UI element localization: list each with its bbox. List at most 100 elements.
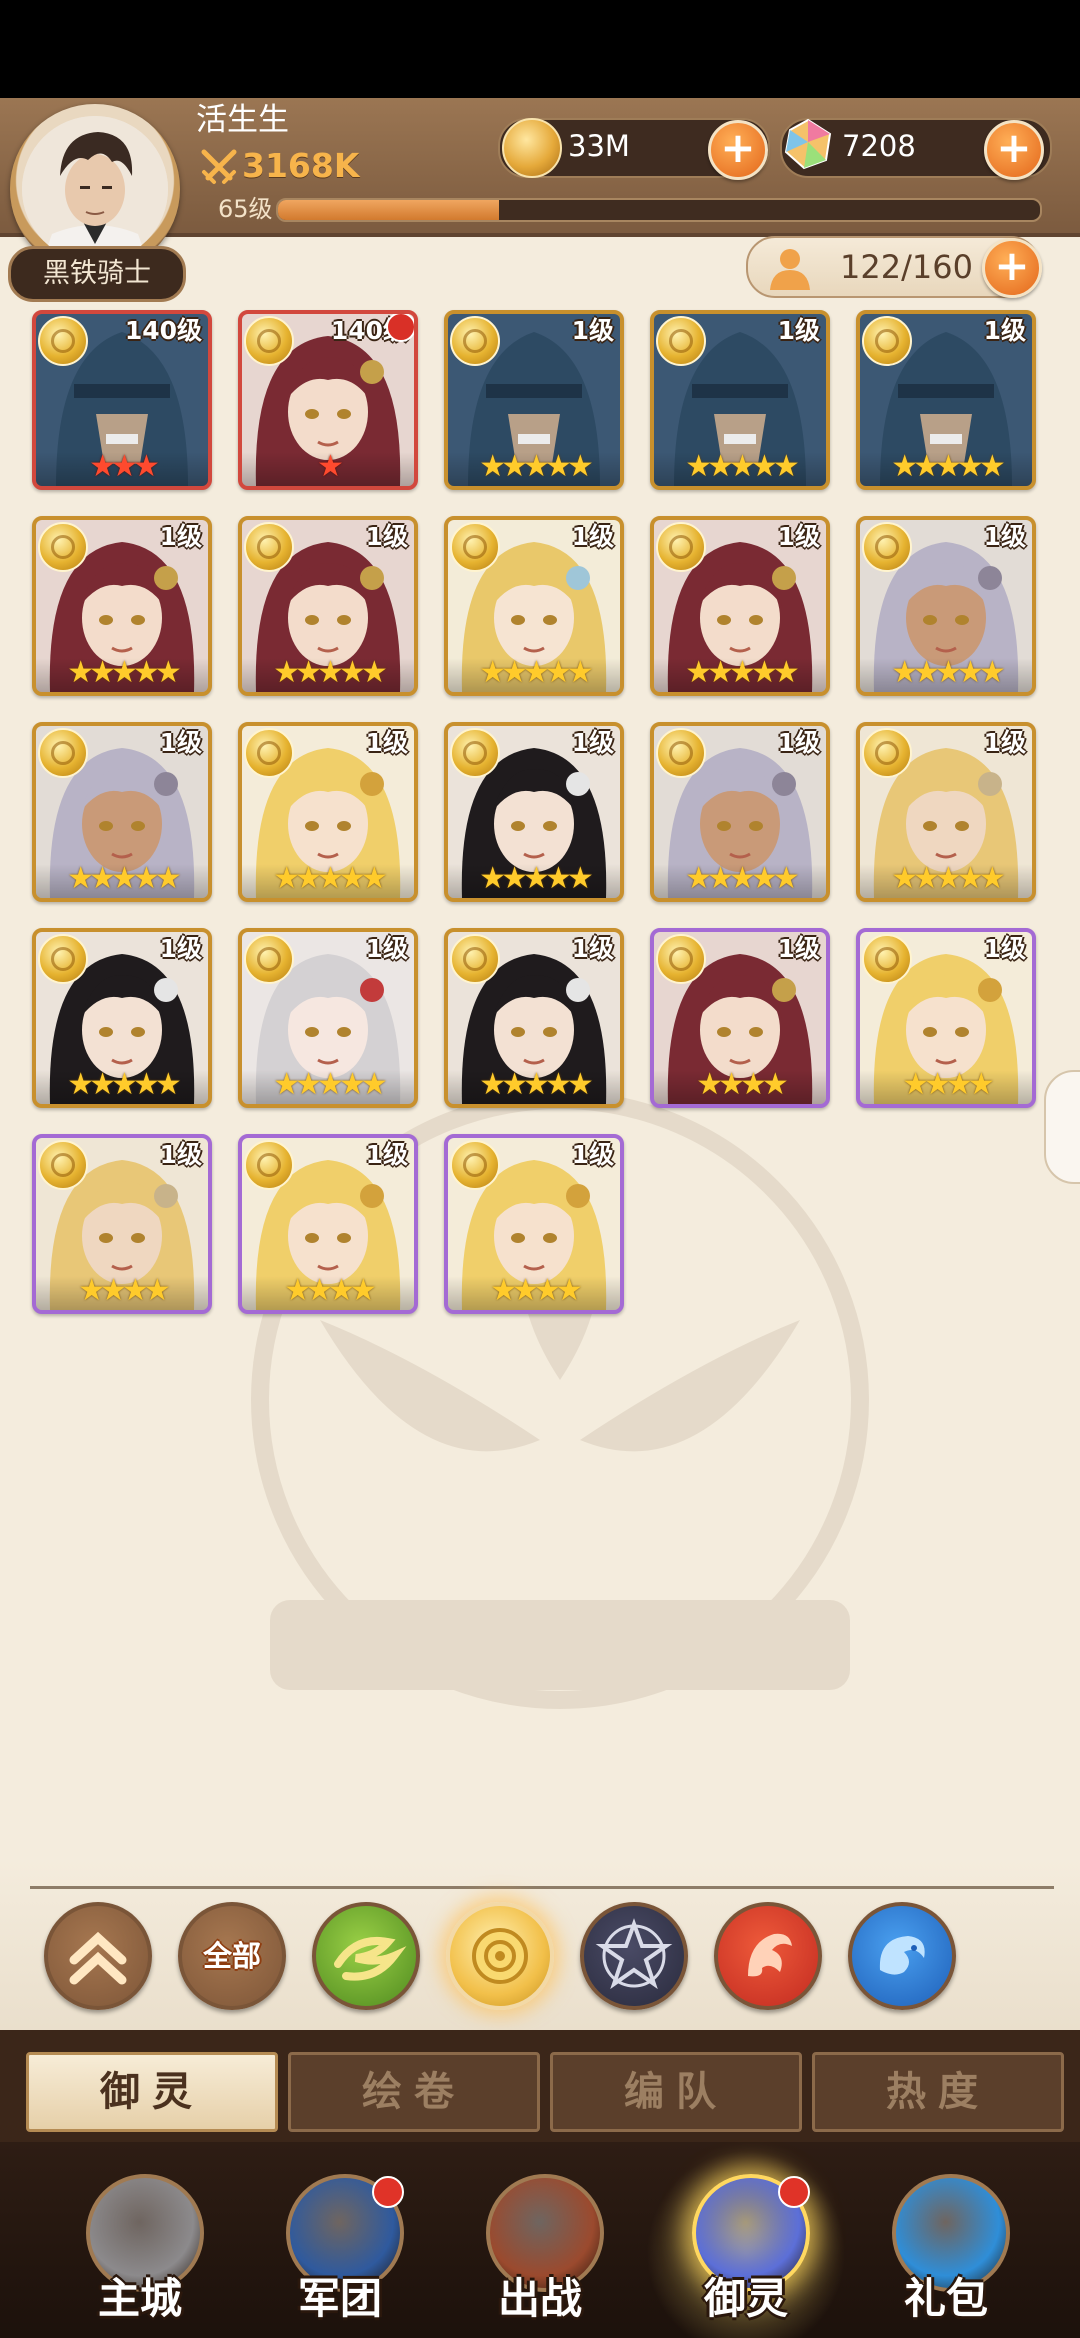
nav-item-4[interactable]: 御灵: [646, 2152, 846, 2338]
hero-card[interactable]: 1级 ★★★★★: [32, 928, 212, 1108]
star-icon: ★: [750, 449, 778, 484]
star-icon: ★: [317, 449, 344, 484]
hero-card[interactable]: 1级 ★★★★★: [650, 516, 830, 696]
hero-card[interactable]: 1级 ★★★★★: [856, 310, 1036, 490]
star-icon: ★: [89, 861, 116, 896]
hero-card[interactable]: 1级 ★★★★★: [32, 516, 212, 696]
nav-item-2[interactable]: 军团: [240, 2152, 440, 2338]
expand-capacity-button[interactable]: +: [982, 238, 1042, 298]
star-icon: ★: [750, 655, 778, 690]
side-scroll-handle[interactable]: [1044, 1070, 1080, 1184]
rose-faction-icon: [450, 728, 500, 778]
filter-chevron-up-button[interactable]: [44, 1902, 152, 2010]
tab-2[interactable]: 绘卷: [288, 2052, 540, 2132]
star-icon: ★: [946, 1067, 973, 1102]
gem-crystal-icon: [784, 118, 832, 170]
filter-dark-star-button[interactable]: [580, 1902, 688, 2010]
nav-label: 御灵: [703, 2274, 788, 2323]
rose-faction-icon: [450, 316, 500, 366]
rose-faction-icon: [38, 316, 88, 366]
star-icon: ★: [891, 655, 918, 690]
star-icon: ★: [523, 655, 550, 690]
hero-card[interactable]: 1级 ★★★★: [444, 1134, 624, 1314]
star-icon: ★: [566, 449, 594, 484]
rose-faction-icon: [656, 728, 706, 778]
star-icon: ★: [685, 655, 712, 690]
nav-item-5[interactable]: 礼包: [846, 2152, 1046, 2338]
hero-card[interactable]: 1级 ★★★★★: [444, 928, 624, 1108]
star-icon: ★: [566, 655, 594, 690]
filter-all-button[interactable]: 全部: [178, 1902, 286, 2010]
chevron-up-icon: [69, 1931, 127, 1985]
nav-label: 军团: [297, 2274, 382, 2323]
filter-water-dragon-button[interactable]: [848, 1902, 956, 2010]
nav-item-1[interactable]: 主城: [40, 2152, 240, 2338]
star-icon: ★: [978, 861, 1006, 896]
star-icon: ★: [750, 861, 778, 896]
star-icon: ★: [338, 655, 366, 690]
hero-card[interactable]: 1级 ★★★★★: [444, 722, 624, 902]
star-icon: ★: [978, 449, 1006, 484]
star-icon: ★: [913, 655, 940, 690]
star-icon: ★: [317, 655, 344, 690]
hero-stars: ★★★★★: [860, 864, 1032, 894]
star-icon: ★: [111, 449, 138, 484]
experience-bar: [276, 198, 1042, 222]
combat-power: 3168K: [242, 146, 360, 185]
hero-level: 1级: [571, 934, 614, 963]
hero-card[interactable]: 1级 ★★★★★: [856, 516, 1036, 696]
avatar[interactable]: [22, 116, 168, 262]
add-gold-button[interactable]: +: [708, 120, 768, 180]
hero-stars: ★★★: [36, 452, 208, 482]
hero-card[interactable]: 1级 ★★★★★: [650, 310, 830, 490]
star-icon: ★: [132, 449, 160, 484]
hero-card[interactable]: 1级 ★★★★★: [856, 722, 1036, 902]
star-icon: ★: [273, 1067, 300, 1102]
tab-4[interactable]: 热度: [812, 2052, 1064, 2132]
tab-1[interactable]: 御灵: [26, 2052, 278, 2132]
hero-card[interactable]: 1级 ★★★★★: [238, 722, 418, 902]
star-icon: ★: [685, 449, 712, 484]
add-gems-button[interactable]: +: [984, 120, 1044, 180]
hero-card[interactable]: 140级 ★: [238, 310, 418, 490]
hero-card[interactable]: 1级 ★★★★: [856, 928, 1036, 1108]
star-icon: ★: [696, 1067, 723, 1102]
hero-card[interactable]: 1级 ★★★★★: [444, 516, 624, 696]
hero-card[interactable]: 1级 ★★★★★: [650, 722, 830, 902]
hero-card[interactable]: 1级 ★★★★: [650, 928, 830, 1108]
star-icon: ★: [501, 449, 528, 484]
hero-stars: ★★★★★: [860, 452, 1032, 482]
hero-stars: ★★★★★: [36, 1070, 208, 1100]
star-icon: ★: [956, 449, 984, 484]
hero-stars: ★★★★: [860, 1070, 1032, 1100]
hero-card[interactable]: 1级 ★★★★★: [238, 516, 418, 696]
star-icon: ★: [89, 655, 116, 690]
star-icon: ★: [317, 1067, 344, 1102]
star-icon: ★: [89, 449, 116, 484]
tab-3[interactable]: 编队: [550, 2052, 802, 2132]
leaf-wind-icon: [334, 1937, 407, 1981]
filter-phoenix-button[interactable]: [714, 1902, 822, 2010]
hero-card[interactable]: 140级 ★★★: [32, 310, 212, 490]
star-icon: ★: [284, 1273, 311, 1308]
hero-card[interactable]: 1级 ★★★★★: [444, 310, 624, 490]
hero-stars: ★★★★★: [860, 658, 1032, 688]
star-icon: ★: [772, 449, 800, 484]
hero-card[interactable]: 1级 ★★★★: [32, 1134, 212, 1314]
star-icon: ★: [111, 655, 138, 690]
hero-level: 1级: [571, 728, 614, 757]
star-icon: ★: [111, 1067, 138, 1102]
nav-item-3[interactable]: 出战: [440, 2152, 640, 2338]
hero-card[interactable]: 1级 ★★★★: [238, 1134, 418, 1314]
nav-label: 主城: [97, 2274, 182, 2323]
star-icon: ★: [328, 1273, 355, 1308]
star-icon: ★: [479, 655, 506, 690]
filter-golden-rose-button[interactable]: [446, 1902, 554, 2010]
hero-card[interactable]: 1级 ★★★★★: [238, 928, 418, 1108]
star-icon: ★: [360, 861, 388, 896]
water-dragon-icon: [879, 1936, 925, 1975]
hero-card[interactable]: 1级 ★★★★★: [32, 722, 212, 902]
star-icon: ★: [154, 655, 182, 690]
filter-leaf-wind-button[interactable]: [312, 1902, 420, 2010]
rose-faction-icon: [450, 1140, 500, 1190]
